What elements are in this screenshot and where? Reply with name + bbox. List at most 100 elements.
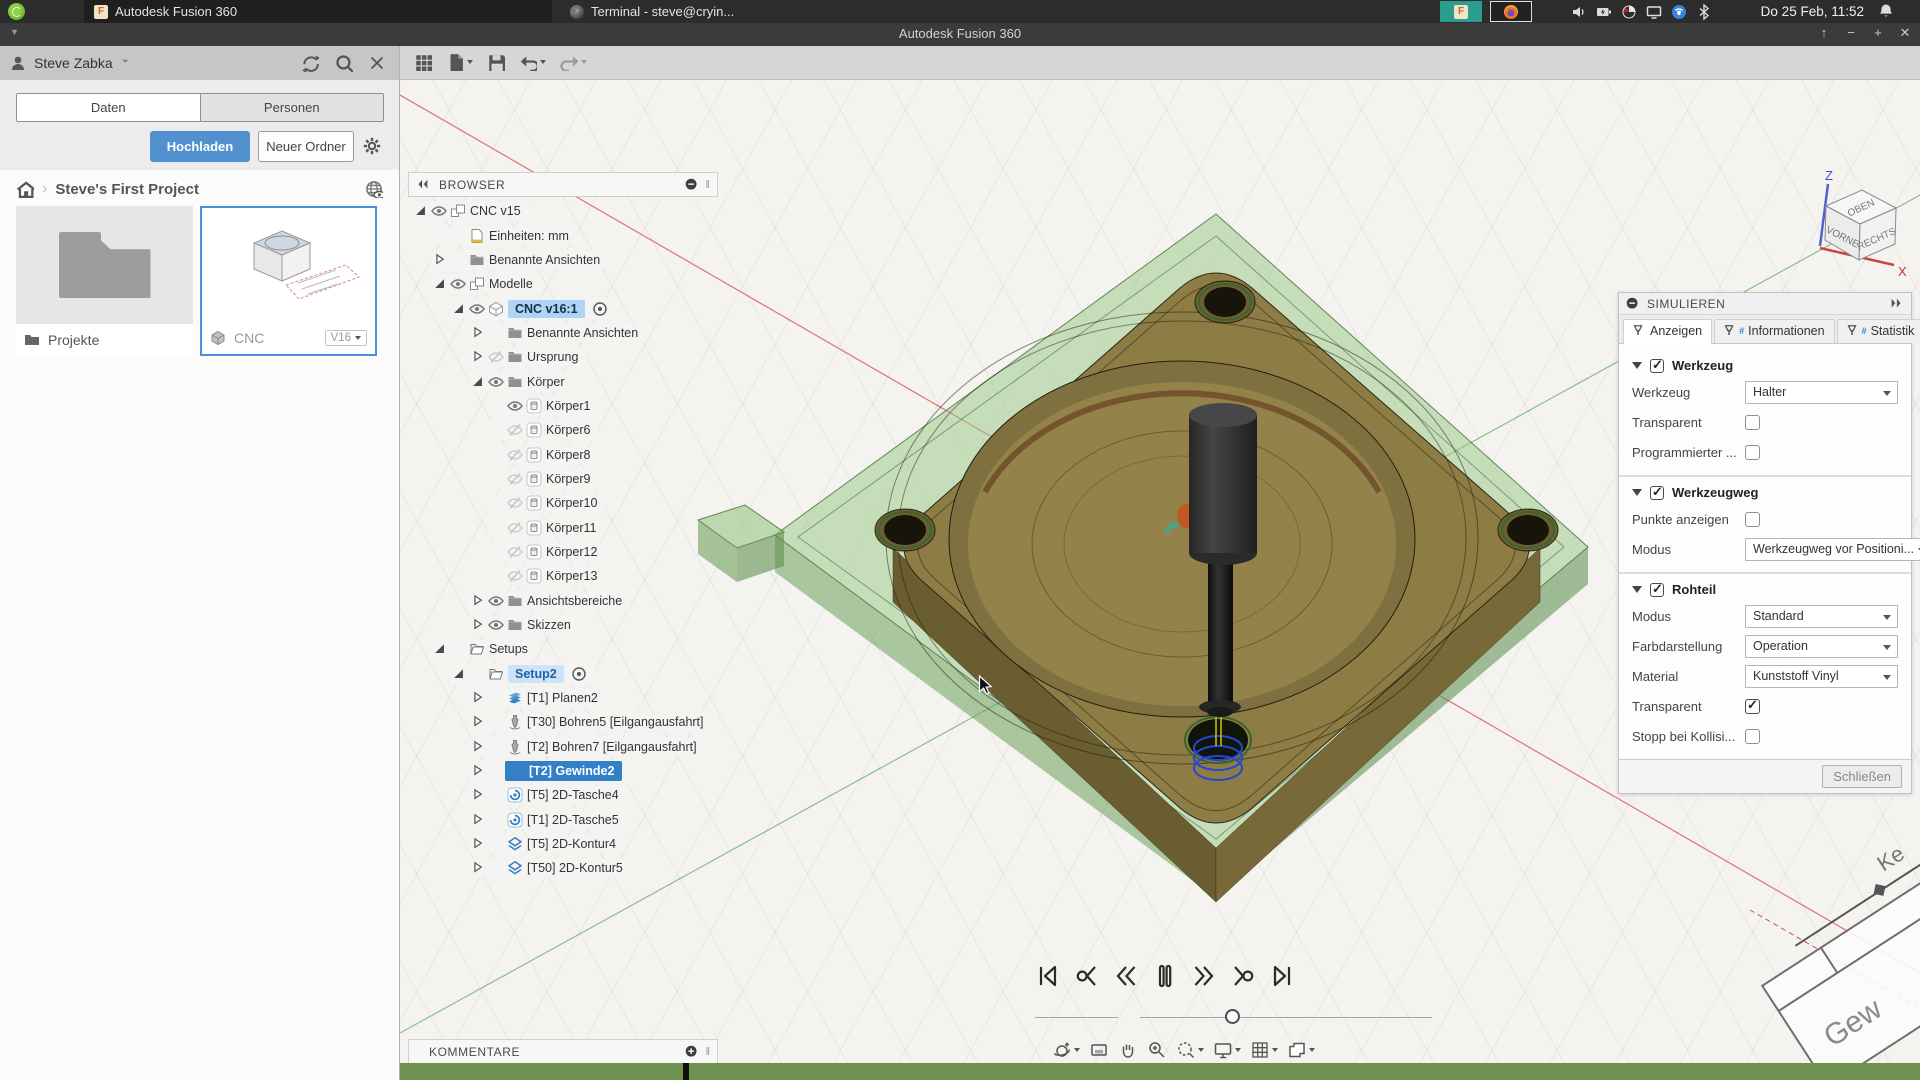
minimize-circle-icon[interactable] (685, 178, 699, 192)
shade-window-button[interactable]: ↑ (1817, 25, 1831, 41)
skip-end-button[interactable] (1269, 963, 1295, 989)
project-title[interactable]: Steve's First Project (55, 181, 199, 198)
taskbar-window-terminal[interactable]: > Terminal - steve@cryin... (560, 0, 1028, 23)
visibility-eye-icon[interactable] (505, 471, 524, 487)
tree-row[interactable]: Körper9 (408, 467, 718, 491)
chevron-down-icon[interactable] (121, 59, 132, 67)
distro-menu-icon[interactable] (8, 3, 25, 20)
visibility-eye-icon[interactable] (486, 349, 505, 365)
tree-row[interactable]: Körper (408, 369, 718, 393)
tree-row[interactable]: Körper13 (408, 564, 718, 588)
expand-caret-icon[interactable] (470, 375, 486, 389)
file-toolbar-button[interactable] (446, 53, 473, 71)
viewports-tool-button[interactable] (1287, 1040, 1315, 1060)
skip-start-button[interactable] (1035, 963, 1061, 989)
visibility-eye-icon[interactable] (467, 301, 486, 317)
search-icon[interactable] (335, 54, 353, 72)
visibility-eye-icon[interactable] (505, 398, 524, 414)
expand-caret-icon[interactable] (413, 204, 429, 218)
stopp-bei-kollisi--checkbox[interactable] (1745, 729, 1760, 744)
visibility-eye-icon[interactable] (486, 593, 505, 609)
save-toolbar-button[interactable] (487, 53, 505, 71)
tree-row[interactable]: Körper1 (408, 394, 718, 418)
browser-header[interactable]: BROWSER ‖ (408, 172, 718, 197)
zoom-tool-button[interactable] (1147, 1040, 1167, 1060)
battery-tray-icon[interactable] (1596, 4, 1612, 20)
activate-radio-icon[interactable] (571, 666, 587, 682)
tree-row[interactable]: Körper8 (408, 442, 718, 466)
card-projekte[interactable]: Projekte (16, 206, 193, 356)
modus-select[interactable]: Standard (1745, 605, 1898, 628)
volume-tray-icon[interactable] (1571, 4, 1587, 20)
display-tray-icon[interactable] (1646, 4, 1662, 20)
visibility-eye-icon[interactable] (505, 568, 524, 584)
transparent-checkbox[interactable] (1745, 415, 1760, 430)
fit-tool-button[interactable] (1176, 1040, 1204, 1060)
grid9-toolbar-button[interactable] (414, 53, 432, 71)
pan-tool-button[interactable] (1118, 1040, 1138, 1060)
visibility-eye-icon[interactable] (505, 422, 524, 438)
grid-tool-button[interactable] (1250, 1040, 1278, 1060)
expand-caret-icon[interactable] (470, 813, 486, 827)
menu-caret-icon[interactable] (467, 60, 473, 64)
group-checkbox[interactable] (1650, 359, 1664, 373)
tree-row[interactable]: [T1] Planen2 (408, 686, 718, 710)
playback-slider-track[interactable] (1035, 1017, 1118, 1018)
simulate-header[interactable]: SIMULIEREN (1619, 293, 1911, 315)
step-forward-button[interactable] (1191, 963, 1217, 989)
group-header-werkzeugweg[interactable]: Werkzeugweg (1632, 485, 1898, 500)
modus-select[interactable]: Werkzeugweg vor Positioni... (1745, 538, 1920, 561)
bluetooth-tray-icon[interactable] (1696, 4, 1712, 20)
minimize-window-button[interactable]: − (1844, 25, 1858, 41)
notifications-bell-icon[interactable] (1878, 3, 1894, 19)
menu-caret-icon[interactable] (1074, 1048, 1080, 1052)
tree-row[interactable]: [T5] 2D-Tasche4 (408, 783, 718, 807)
expand-caret-icon[interactable] (451, 667, 467, 681)
group-checkbox[interactable] (1650, 583, 1664, 597)
tab-informationen[interactable]: #Informationen (1714, 319, 1834, 343)
menu-caret-icon[interactable] (1272, 1048, 1278, 1052)
card-cnc[interactable]: CNC V16 (200, 206, 377, 356)
expand-caret-icon[interactable] (451, 302, 467, 316)
home-icon[interactable] (16, 180, 34, 198)
tree-row[interactable]: Modelle (408, 272, 718, 296)
expand-right-icon[interactable] (1888, 297, 1904, 311)
menu-caret-icon[interactable] (540, 60, 546, 64)
user-name[interactable]: Steve Zabka (34, 55, 113, 71)
system-tray[interactable] (1571, 0, 1712, 23)
expand-caret-icon[interactable] (470, 788, 486, 802)
transparent-checkbox[interactable] (1745, 699, 1760, 714)
gear-icon[interactable] (362, 136, 382, 156)
network-tray-icon[interactable] (1671, 4, 1687, 20)
visibility-eye-icon[interactable] (429, 203, 448, 219)
expand-caret-icon[interactable] (470, 861, 486, 875)
collapse-arrow-icon[interactable] (1632, 362, 1642, 369)
expand-caret-icon[interactable] (470, 618, 486, 632)
viewcube[interactable]: Z X OBEN VORNE RECHTS (1792, 168, 1917, 283)
expand-caret-icon[interactable] (470, 350, 486, 364)
tree-row[interactable]: Körper11 (408, 515, 718, 539)
expand-caret-icon[interactable] (470, 594, 486, 608)
punkte-anzeigen-checkbox[interactable] (1745, 512, 1760, 527)
drag-grip[interactable]: ‖ (705, 179, 711, 191)
tree-row[interactable]: [T2] Gewinde2 (408, 759, 718, 783)
expand-caret-icon[interactable] (470, 764, 486, 778)
playback-slider-handle[interactable] (1225, 1009, 1240, 1024)
desktop-clock[interactable]: Do 25 Feb, 11:52 (1761, 0, 1864, 23)
tree-row[interactable]: CNC v15 (408, 199, 718, 223)
next-operation-button[interactable] (1230, 963, 1256, 989)
tree-row[interactable]: Einheiten: mm (408, 223, 718, 247)
expand-circle-icon[interactable] (685, 1045, 699, 1059)
tree-row[interactable]: [T5] 2D-Kontur4 (408, 832, 718, 856)
group-header-rohteil[interactable]: Rohteil (1632, 582, 1898, 597)
expand-caret-icon[interactable] (470, 837, 486, 851)
menu-caret-icon[interactable] (581, 60, 587, 64)
drag-grip[interactable]: ‖ (705, 1046, 711, 1058)
visibility-eye-icon[interactable] (505, 447, 524, 463)
taskbar-window-fusion[interactable]: F Autodesk Fusion 360 (84, 0, 552, 23)
collapse-arrow-icon[interactable] (1632, 586, 1642, 593)
undo-toolbar-button[interactable] (519, 53, 546, 71)
close-panel-icon[interactable] (369, 55, 385, 71)
tree-row[interactable]: [T1] 2D-Tasche5 (408, 808, 718, 832)
upload-button[interactable]: Hochladen (150, 131, 250, 162)
